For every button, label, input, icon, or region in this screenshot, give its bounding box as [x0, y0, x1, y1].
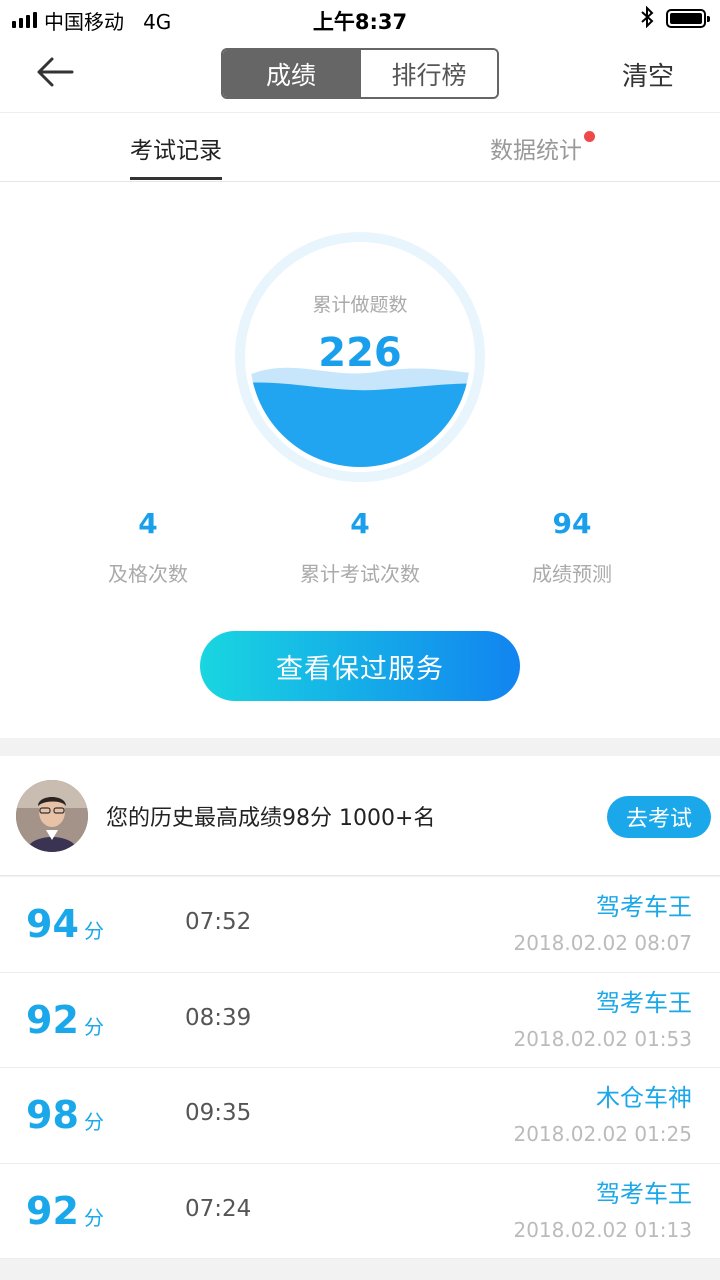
- tab-bar: 考试记录 数据统计: [0, 112, 720, 182]
- stat-value: 4: [350, 507, 370, 540]
- record-title: 驾考车王: [596, 893, 692, 921]
- record-score: 92: [26, 997, 79, 1042]
- gauge-label: 累计做题数: [312, 294, 408, 316]
- segment-ranking[interactable]: 排行榜: [359, 50, 497, 97]
- list-item[interactable]: 98 分 09:35 木仓车神 2018.02.02 01:25: [0, 1068, 720, 1164]
- record-score: 92: [26, 1188, 79, 1233]
- list-item[interactable]: 92 分 08:39 驾考车王 2018.02.02 01:53: [0, 973, 720, 1068]
- tab-data-statistics[interactable]: 数据统计: [490, 131, 595, 165]
- clear-button[interactable]: 清空: [622, 56, 674, 93]
- record-title: 驾考车王: [596, 1179, 692, 1208]
- record-duration: 08:39: [185, 1004, 252, 1031]
- nav-bar: 成绩 排行榜 清空: [0, 36, 720, 112]
- stat-label: 及格次数: [108, 562, 188, 586]
- record-score-unit: 分: [84, 1110, 104, 1134]
- record-score-unit: 分: [84, 1014, 104, 1039]
- record-date: 2018.02.02 01:25: [513, 1122, 692, 1146]
- record-date: 2018.02.02 01:53: [513, 1026, 692, 1051]
- record-score-unit: 分: [84, 1205, 104, 1230]
- avatar[interactable]: [16, 780, 88, 852]
- stat-value: 4: [138, 507, 158, 540]
- summary-panel: 累计做题数 226 4 及格次数 4 累计考试次数 94 成绩预测 查看保过服务: [0, 182, 720, 738]
- pass-service-button[interactable]: 查看保过服务: [200, 631, 520, 701]
- exam-record-list: 94 分 07:52 驾考车王 2018.02.02 08:07 92 分 08…: [0, 877, 720, 1259]
- record-duration: 07:24: [185, 1195, 252, 1222]
- record-score: 94: [26, 902, 79, 946]
- best-score-row: 您的历史最高成绩98分 1000+名 去考试: [0, 756, 720, 876]
- record-title: 木仓车神: [596, 1084, 692, 1112]
- record-title: 驾考车王: [596, 988, 692, 1017]
- stat-exam-count: 4 累计考试次数: [240, 507, 480, 587]
- bluetooth-icon: [640, 5, 654, 33]
- list-item[interactable]: 94 分 07:52 驾考车王 2018.02.02 08:07: [0, 877, 720, 973]
- record-duration: 09:35: [185, 1100, 252, 1126]
- back-button[interactable]: [32, 54, 80, 90]
- stat-label: 累计考试次数: [300, 562, 420, 586]
- stat-pass-count: 4 及格次数: [28, 507, 268, 587]
- notification-dot: [584, 131, 595, 142]
- segmented-control: 成绩 排行榜: [221, 48, 499, 99]
- gauge-value: 226: [318, 330, 402, 376]
- tab-active-indicator: [130, 177, 222, 180]
- stat-score-prediction: 94 成绩预测: [452, 507, 692, 587]
- list-item[interactable]: 92 分 07:24 驾考车王 2018.02.02 01:13: [0, 1164, 720, 1259]
- back-arrow-icon: [37, 57, 74, 87]
- record-score-unit: 分: [84, 919, 104, 943]
- tab-exam-records[interactable]: 考试记录: [130, 131, 222, 180]
- status-time: 上午8:37: [312, 10, 408, 34]
- stat-value: 94: [552, 507, 592, 540]
- take-exam-button[interactable]: 去考试: [607, 796, 711, 838]
- segment-scores[interactable]: 成绩: [223, 50, 359, 97]
- best-score-text: 您的历史最高成绩98分 1000+名: [106, 806, 436, 831]
- record-score: 98: [26, 1093, 79, 1137]
- tab-data-statistics-label: 数据统计: [490, 138, 582, 164]
- record-date: 2018.02.02 08:07: [513, 931, 692, 955]
- tab-exam-records-label: 考试记录: [130, 138, 222, 164]
- stat-label: 成绩预测: [532, 562, 612, 586]
- battery-icon: [666, 9, 710, 28]
- record-duration: 07:52: [185, 909, 252, 935]
- status-bar: 中国移动 4G 上午8:37: [0, 0, 720, 36]
- record-date: 2018.02.02 01:13: [513, 1217, 692, 1242]
